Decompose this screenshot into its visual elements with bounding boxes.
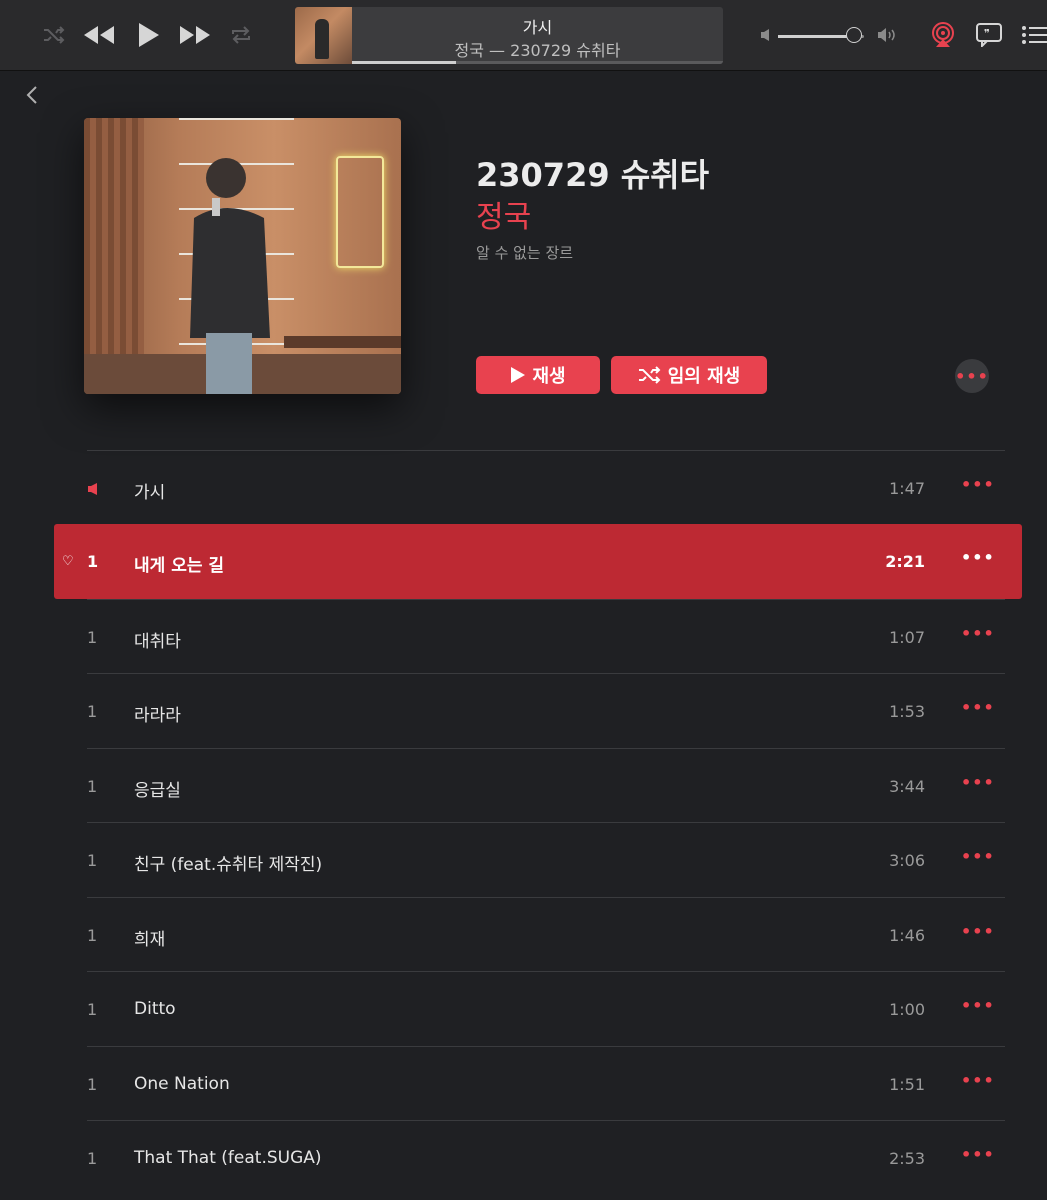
shuffle-play-button[interactable]: 임의 재생 <box>611 356 767 394</box>
track-duration: 1:00 <box>889 1000 925 1019</box>
now-playing-subtitle: 정국 — 230729 슈취타 <box>454 41 621 60</box>
shuffle-icon[interactable] <box>42 24 66 46</box>
track-more-button[interactable]: ••• <box>961 1071 995 1090</box>
track-title: 응급실 <box>134 781 181 801</box>
track-number: 1 <box>87 702 98 721</box>
track-title: 내게 오는 길 <box>134 556 225 576</box>
play-icon <box>511 367 526 383</box>
now-playing-artwork <box>295 7 352 64</box>
track-duration: 3:06 <box>889 851 925 870</box>
shuffle-button-label: 임의 재생 <box>667 366 741 387</box>
track-number: 1 <box>87 777 98 796</box>
track-row[interactable]: ♡ 1 내게 오는 길 2:21 ••• <box>54 524 1022 599</box>
heart-icon[interactable]: ♡ <box>62 554 74 569</box>
album-artwork <box>84 118 401 394</box>
volume-knob[interactable] <box>845 27 862 43</box>
volume-high-icon <box>877 27 899 43</box>
track-title: One Nation <box>134 1074 230 1094</box>
fast-forward-icon[interactable] <box>178 24 212 46</box>
track-row[interactable]: 1 희재 1:46 ••• <box>87 897 1005 972</box>
track-more-button[interactable]: ••• <box>961 548 995 567</box>
rewind-icon[interactable] <box>82 24 116 46</box>
play-icon[interactable] <box>137 21 161 49</box>
album-more-button[interactable]: ••• <box>955 359 989 393</box>
track-title: 가시 <box>134 483 166 503</box>
track-number: 1 <box>87 1000 98 1019</box>
track-more-button[interactable]: ••• <box>961 1145 995 1164</box>
track-more-button[interactable]: ••• <box>961 475 995 494</box>
play-button[interactable]: 재생 <box>476 356 600 394</box>
track-number: 1 <box>87 926 98 945</box>
track-title: 대취타 <box>134 632 181 652</box>
track-row[interactable]: 1 One Nation 1:51 ••• <box>87 1046 1005 1121</box>
album-artist-link[interactable]: 정국 <box>476 192 531 236</box>
track-number: 1 <box>87 628 98 647</box>
track-row[interactable]: 1 응급실 3:44 ••• <box>87 748 1005 823</box>
volume-low-icon <box>760 28 772 42</box>
track-title: That That (feat.SUGA) <box>134 1148 322 1168</box>
track-row[interactable]: 가시 1:47 ••• <box>87 450 1005 525</box>
repeat-icon[interactable] <box>230 24 252 46</box>
volume-fill <box>778 35 854 38</box>
airplay-icon[interactable] <box>930 22 956 48</box>
track-title: 희재 <box>134 930 166 950</box>
playback-toolbar: 가시 정국 — 230729 슈취타 ❞ <box>0 0 1047 71</box>
shuffle-icon <box>638 366 661 384</box>
track-row[interactable]: 1 대취타 1:07 ••• <box>87 599 1005 674</box>
now-playing-title: 가시 <box>522 18 553 37</box>
track-more-button[interactable]: ••• <box>961 773 995 792</box>
track-duration: 1:51 <box>889 1075 925 1094</box>
track-title: 친구 (feat.슈취타 제작진) <box>134 855 323 875</box>
track-more-button[interactable]: ••• <box>961 922 995 941</box>
track-more-button[interactable]: ••• <box>961 996 995 1015</box>
play-button-label: 재생 <box>532 366 566 387</box>
track-duration: 3:44 <box>889 777 925 796</box>
queue-list-icon[interactable] <box>1021 25 1047 45</box>
track-row[interactable]: 1 Ditto 1:00 ••• <box>87 971 1005 1046</box>
track-duration: 2:21 <box>885 552 925 571</box>
track-row[interactable]: 1 라라라 1:53 ••• <box>87 673 1005 748</box>
track-duration: 1:53 <box>889 702 925 721</box>
speaker-icon <box>87 481 99 500</box>
track-more-button[interactable]: ••• <box>961 624 995 643</box>
now-playing-panel[interactable]: 가시 정국 — 230729 슈취타 <box>295 7 723 64</box>
track-title: 라라라 <box>134 706 181 726</box>
svg-text:❞: ❞ <box>984 27 990 40</box>
track-more-button[interactable]: ••• <box>961 847 995 866</box>
track-title: Ditto <box>134 999 176 1019</box>
track-duration: 1:07 <box>889 628 925 647</box>
track-duration: 2:53 <box>889 1149 925 1168</box>
playback-progress-fill <box>352 61 456 64</box>
back-chevron-icon[interactable] <box>22 84 42 106</box>
track-number: 1 <box>87 1149 98 1168</box>
track-row[interactable]: 1 That That (feat.SUGA) 2:53 ••• <box>87 1120 1005 1195</box>
track-duration: 1:47 <box>889 479 925 498</box>
album-genre: 알 수 없는 장르 <box>476 244 574 262</box>
track-number: 1 <box>87 851 98 870</box>
track-more-button[interactable]: ••• <box>961 698 995 717</box>
lyrics-icon[interactable]: ❞ <box>976 23 1002 47</box>
playback-progress-bar[interactable] <box>352 61 723 64</box>
track-duration: 1:46 <box>889 926 925 945</box>
track-row[interactable]: 1 친구 (feat.슈취타 제작진) 3:06 ••• <box>87 822 1005 897</box>
album-title: 230729 슈취타 <box>476 156 710 194</box>
track-number: 1 <box>87 1075 98 1094</box>
track-number: 1 <box>87 552 99 571</box>
